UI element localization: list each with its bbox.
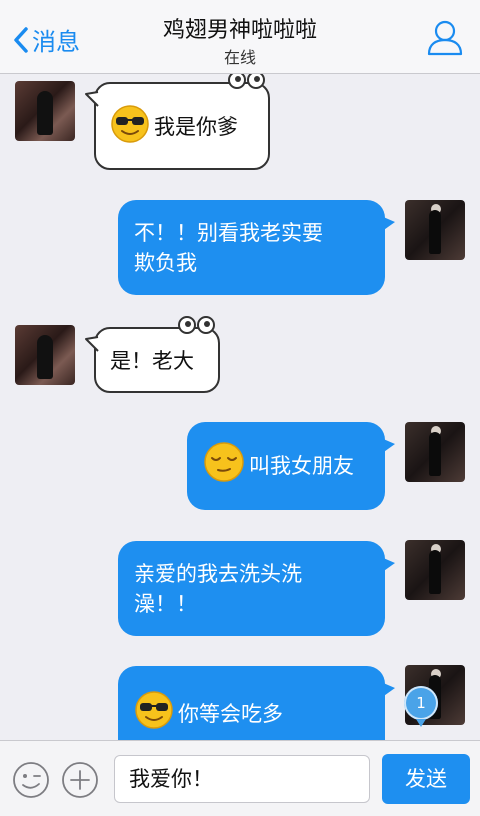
sunglasses-emoji-icon [134,690,174,738]
speech-decoration-icon [176,315,216,342]
message-bubble-outgoing[interactable]: 叫我女朋友 [187,422,395,510]
profile-button[interactable] [426,18,464,60]
relieved-emoji-icon [203,441,245,491]
chat-header: 消息 鸡翅男神啦啦啦 在线 [0,0,480,74]
bubble-tail [381,434,395,464]
message-text: 你等会吃多 [178,702,283,726]
message-text-line: 澡！！ [134,592,197,616]
message-input[interactable]: 我爱你！ [114,755,370,803]
plus-icon [61,762,99,803]
message-text-line: 亲爱的我去洗头洗 [134,562,302,586]
bubble-tail [381,212,395,242]
bubble-tail [381,553,395,583]
bubble-tail [381,678,395,708]
message-bubble-outgoing[interactable]: 你等会吃多 [118,666,395,740]
message-list[interactable]: 我是你爹 不！！别看我老实要 欺负我 是！老大 叫我女朋友 亲爱的我去洗头洗 澡… [0,74,480,740]
input-toolbar: 我爱你！ 发送 [0,740,480,816]
bubble-tail [84,90,100,115]
person-icon [426,20,464,60]
online-status: 在线 [223,48,256,67]
my-avatar[interactable] [405,422,465,482]
message-text-line: 欺负我 [134,251,197,275]
message-bubble-incoming[interactable]: 我是你爹 [85,74,270,170]
more-button[interactable] [61,761,99,803]
contact-avatar[interactable] [15,81,75,141]
message-bubble-outgoing[interactable]: 不！！别看我老实要 欺负我 [118,200,395,295]
message-text-line: 不！！别看我老实要 [134,221,323,245]
my-avatar[interactable] [405,200,465,260]
send-button[interactable]: 发送 [382,754,470,804]
smiley-icon [12,762,50,803]
emoji-button[interactable] [12,761,50,803]
message-text: 叫我女朋友 [249,454,354,478]
contact-avatar[interactable] [15,325,75,385]
contact-name: 鸡翅男神啦啦啦 [162,18,317,43]
sunglasses-emoji-icon [110,104,150,149]
message-text: 是！老大 [110,349,194,373]
message-bubble-outgoing[interactable]: 亲爱的我去洗头洗 澡！！ [118,541,395,636]
my-avatar[interactable] [405,540,465,600]
message-text: 我是你爹 [154,115,238,139]
message-bubble-incoming[interactable]: 是！老大 [85,316,220,393]
speech-decoration-icon [226,74,266,97]
bubble-tail [84,335,100,360]
unread-count-badge[interactable]: 1 [404,686,438,727]
